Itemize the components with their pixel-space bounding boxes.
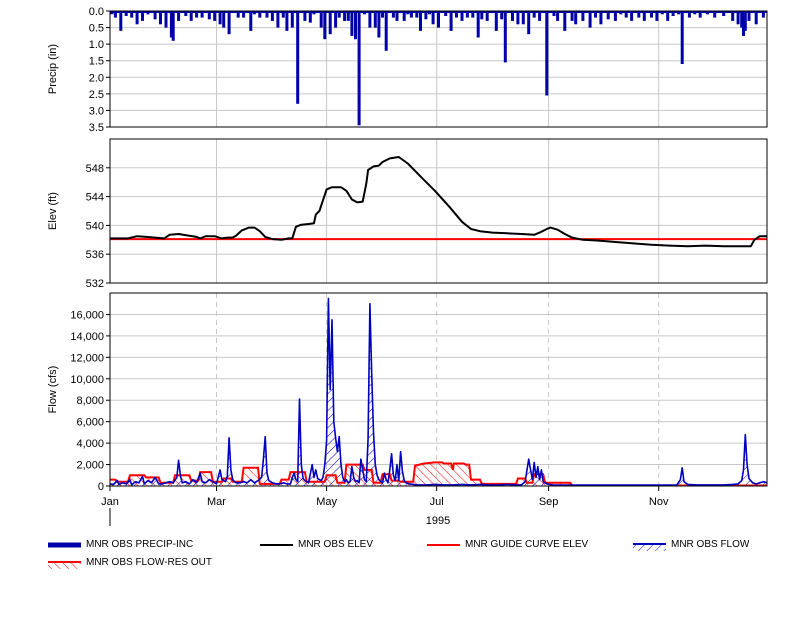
precip-bar bbox=[354, 11, 357, 40]
obs-flow-line bbox=[109, 297, 768, 486]
precip-bar bbox=[527, 11, 531, 35]
legend-swatch bbox=[427, 544, 460, 546]
plot-border bbox=[109, 292, 768, 487]
legend-label: MNR OBS PRECIP-INC bbox=[86, 539, 194, 550]
y-tick-label: 2,000 bbox=[76, 460, 104, 472]
y-tick-label: 540 bbox=[86, 220, 104, 232]
x-tick-label: May bbox=[316, 496, 337, 508]
y-tick-label: 544 bbox=[86, 192, 104, 204]
y-tick-label: 6,000 bbox=[76, 417, 104, 429]
legend-label: MNR GUIDE CURVE ELEV bbox=[465, 539, 589, 550]
precip-bar bbox=[503, 11, 507, 63]
precip-bar bbox=[494, 11, 498, 31]
legend-label: MNR OBS FLOW-RES OUT bbox=[86, 557, 212, 568]
precip-panel: 0.0 0.5 1.0 1.5 2.0 2.5 3.0 3.5 Precip (in) bbox=[47, 6, 768, 134]
precip-bar bbox=[588, 11, 592, 28]
obs-flow-area bbox=[110, 298, 767, 486]
precip-bar bbox=[296, 11, 300, 104]
y-tick-label: 10,000 bbox=[70, 374, 104, 386]
x-tick-label: Mar bbox=[207, 496, 226, 508]
precip-bar bbox=[290, 11, 294, 28]
precip-bar bbox=[227, 11, 231, 35]
y-tick-label: 1.5 bbox=[89, 56, 104, 68]
y-axis-label: Elev (ft) bbox=[47, 192, 59, 230]
y-tick-label: 16,000 bbox=[70, 309, 104, 321]
plot-border bbox=[109, 10, 768, 128]
y-tick-label: 1.0 bbox=[89, 39, 104, 51]
x-axis: Jan Mar May Jul Sep Nov 1995 bbox=[101, 486, 669, 527]
precip-bar bbox=[437, 11, 440, 28]
precip-bar bbox=[680, 11, 684, 64]
y-axis-label: Flow (cfs) bbox=[47, 366, 59, 414]
y-tick-label: 4,000 bbox=[76, 438, 104, 450]
precip-bar bbox=[285, 11, 289, 31]
precip-bar bbox=[357, 11, 361, 126]
precip-bar bbox=[276, 11, 280, 28]
y-tick-label: 12,000 bbox=[70, 352, 104, 364]
precip-bar bbox=[334, 11, 338, 28]
y-tick-label: 548 bbox=[86, 163, 104, 175]
precip-bar bbox=[373, 11, 377, 28]
legend-label: MNR OBS ELEV bbox=[298, 539, 374, 550]
precip-bar bbox=[222, 11, 226, 28]
x-tick-label: Sep bbox=[539, 496, 559, 508]
precip-bar bbox=[384, 11, 388, 51]
precip-bar bbox=[171, 11, 175, 41]
precip-bar bbox=[119, 11, 123, 31]
y-tick-label: 14,000 bbox=[70, 331, 104, 343]
precip-bar bbox=[249, 11, 253, 31]
y-axis-label: Precip (in) bbox=[47, 44, 59, 94]
legend-swatch bbox=[633, 543, 666, 551]
precip-bar bbox=[323, 11, 327, 40]
precip-bar bbox=[328, 11, 332, 35]
flow-panel: 0 2,000 4,000 6,000 8,000 10,000 12,000 14,000 1… bbox=[47, 292, 768, 493]
x-axis-year-label: 1995 bbox=[426, 515, 450, 527]
precip-bar bbox=[545, 11, 549, 96]
elev-panel: 532 536 540 544 548 Elev (ft) bbox=[47, 138, 768, 290]
legend-swatch bbox=[48, 561, 81, 569]
x-tick-label: Nov bbox=[649, 496, 669, 508]
y-tick-label: 536 bbox=[86, 249, 104, 261]
precip-bar bbox=[319, 11, 323, 28]
precip-bar bbox=[164, 11, 168, 28]
x-tick-label: Jan bbox=[101, 496, 119, 508]
plot-border bbox=[109, 138, 768, 284]
legend-swatch bbox=[48, 542, 81, 548]
y-tick-label: 3.0 bbox=[89, 105, 104, 117]
y-tick-label: 532 bbox=[86, 278, 104, 290]
precip-bar bbox=[449, 11, 453, 31]
precip-bar bbox=[377, 11, 381, 38]
y-tick-label: 2.5 bbox=[89, 89, 104, 101]
precip-bar bbox=[563, 11, 567, 31]
y-tick-label: 0.5 bbox=[89, 23, 104, 35]
precip-bar bbox=[419, 11, 422, 31]
precip-bar bbox=[350, 11, 354, 36]
legend-label: MNR OBS FLOW bbox=[671, 539, 750, 550]
y-tick-label: 0 bbox=[98, 481, 104, 493]
legend-swatch bbox=[260, 544, 293, 546]
precip-bar bbox=[743, 11, 747, 31]
obs-elev-line bbox=[110, 156, 767, 248]
precip-bar bbox=[476, 11, 480, 38]
y-tick-label: 2.0 bbox=[89, 72, 104, 84]
y-tick-label: 8,000 bbox=[76, 395, 104, 407]
y-tick-label: 3.5 bbox=[89, 122, 104, 134]
hydrograph-chart: 0.00.51.01.52.02.53.03.5Precip (in) 5325… bbox=[47, 6, 768, 527]
y-tick-label: 0.0 bbox=[89, 6, 104, 18]
precip-bar bbox=[368, 11, 372, 28]
x-tick-label: Jul bbox=[430, 496, 444, 508]
